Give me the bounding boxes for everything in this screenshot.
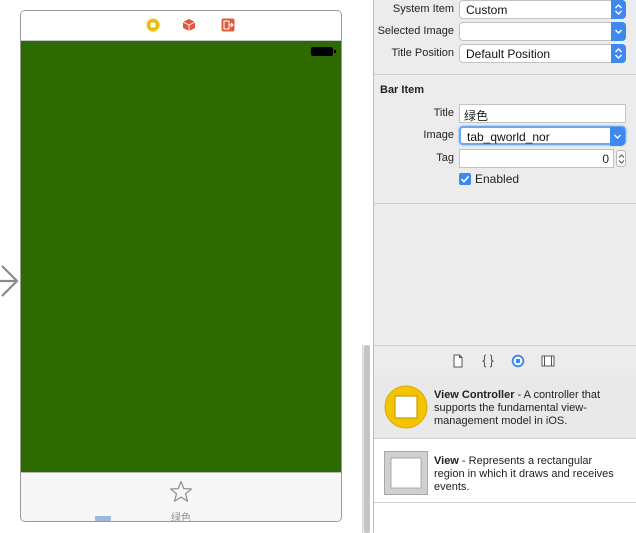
attributes-inspector: System Item Custom Selected Image Title … bbox=[373, 0, 636, 533]
tab-bar[interactable]: 绿色 bbox=[21, 472, 341, 521]
bar-item-image-row: Image tab_qworld_nor bbox=[374, 126, 636, 146]
system-item-value: Custom bbox=[466, 3, 508, 17]
system-item-label: System Item bbox=[392, 3, 454, 15]
bar-item-title-row: Title 绿色 bbox=[374, 104, 636, 124]
selected-image-combobox[interactable] bbox=[459, 22, 626, 41]
bar-item-section-heading: Bar Item bbox=[380, 84, 425, 96]
bar-item-tag-row: Tag 0 bbox=[374, 149, 636, 169]
enabled-checkbox[interactable] bbox=[459, 173, 471, 185]
chevron-down-icon[interactable] bbox=[610, 127, 625, 146]
checkmark-icon bbox=[460, 175, 470, 183]
tab-bar-item-label[interactable]: 绿色 bbox=[151, 509, 211, 521]
section-divider bbox=[374, 203, 636, 204]
tag-stepper[interactable] bbox=[616, 150, 626, 167]
view-icon bbox=[384, 451, 428, 495]
file-template-icon[interactable] bbox=[451, 354, 465, 368]
system-item-popup[interactable]: Custom bbox=[459, 0, 626, 19]
list-item-view[interactable]: View - Represents a rectangular region i… bbox=[374, 441, 636, 503]
chevron-down-icon[interactable] bbox=[611, 22, 626, 41]
object-library-icon[interactable] bbox=[511, 354, 525, 368]
view-controller-view[interactable] bbox=[21, 41, 341, 472]
tag-label: Tag bbox=[436, 152, 454, 164]
image-value: tab_qworld_nor bbox=[467, 130, 550, 144]
canvas-scrollbar[interactable] bbox=[362, 345, 370, 533]
star-icon bbox=[170, 480, 192, 502]
view-controller-icon[interactable] bbox=[146, 18, 160, 32]
exit-icon[interactable] bbox=[221, 18, 235, 32]
title-position-row: Title Position Default Position bbox=[374, 44, 636, 64]
view-description: - Represents a rectangular region in whi… bbox=[434, 455, 614, 493]
storyboard-canvas[interactable]: 绿色 bbox=[0, 0, 370, 533]
section-divider bbox=[374, 74, 636, 75]
library-tab-bar bbox=[374, 345, 636, 375]
canvas-scroll-thumb[interactable] bbox=[364, 345, 370, 533]
enabled-label[interactable]: Enabled bbox=[475, 172, 519, 186]
title-position-label: Title Position bbox=[391, 47, 454, 59]
selected-image-row: Selected Image bbox=[374, 22, 636, 42]
title-field[interactable]: 绿色 bbox=[459, 104, 626, 123]
title-label: Title bbox=[433, 107, 454, 119]
title-position-value: Default Position bbox=[466, 47, 551, 61]
up-down-arrows-icon bbox=[611, 0, 626, 19]
bar-item-enabled-row: Enabled bbox=[374, 172, 636, 192]
scene-dock bbox=[21, 11, 341, 41]
up-down-arrows-icon bbox=[611, 44, 626, 63]
system-item-row: System Item Custom bbox=[374, 0, 636, 20]
object-library-list: View Controller - A controller that supp… bbox=[374, 375, 636, 533]
first-responder-cube-icon[interactable] bbox=[182, 18, 196, 32]
title-position-popup[interactable]: Default Position bbox=[459, 44, 626, 63]
selected-image-label: Selected Image bbox=[377, 25, 454, 37]
view-name: View bbox=[434, 455, 459, 467]
entry-point-arrow-icon bbox=[0, 265, 19, 297]
image-combobox[interactable]: tab_qworld_nor bbox=[459, 126, 626, 146]
view-controller-scene[interactable]: 绿色 bbox=[20, 10, 342, 522]
image-label: Image bbox=[423, 129, 454, 141]
tag-field[interactable]: 0 bbox=[459, 149, 614, 168]
view-controller-name: View Controller bbox=[434, 389, 515, 401]
battery-icon bbox=[311, 47, 336, 56]
list-item-view-controller[interactable]: View Controller - A controller that supp… bbox=[374, 375, 636, 439]
tab-bar-item-handle[interactable] bbox=[95, 516, 111, 521]
view-controller-icon bbox=[384, 385, 428, 429]
code-snippet-icon[interactable] bbox=[481, 354, 495, 368]
media-library-icon[interactable] bbox=[541, 354, 555, 368]
